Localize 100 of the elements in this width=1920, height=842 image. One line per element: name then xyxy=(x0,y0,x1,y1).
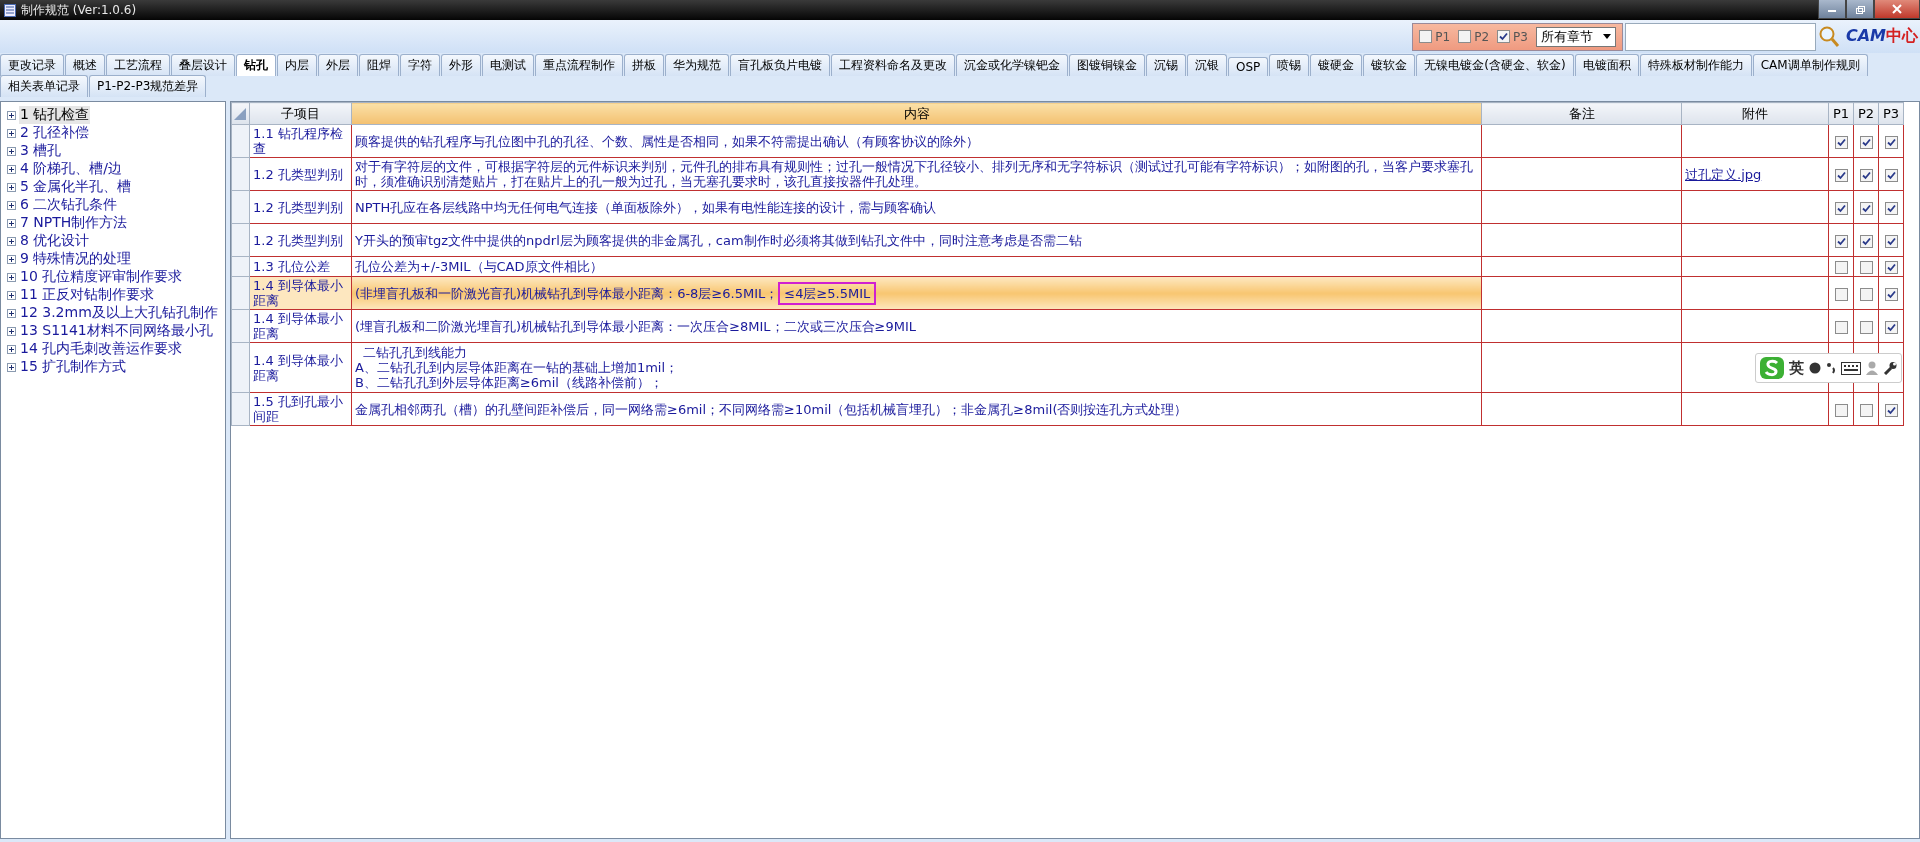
expand-icon[interactable] xyxy=(7,110,16,120)
tab[interactable]: 图镀铜镍金 xyxy=(1069,54,1145,76)
checkbox[interactable] xyxy=(1859,234,1873,248)
checkbox[interactable] xyxy=(1884,168,1898,182)
tab[interactable]: 沉金或化学镍钯金 xyxy=(956,54,1068,76)
close-icon[interactable] xyxy=(1892,4,1902,14)
tab[interactable]: CAM调单制作规则 xyxy=(1752,54,1868,76)
checkbox[interactable] xyxy=(1859,261,1873,274)
checkbox[interactable] xyxy=(1859,403,1873,417)
checkbox[interactable] xyxy=(1834,168,1848,182)
tab[interactable]: P1-P2-P3规范差异 xyxy=(89,75,207,97)
keyboard-icon[interactable] xyxy=(1841,361,1861,375)
tree-item[interactable]: 14 孔内毛刺改善运作要求 xyxy=(19,340,184,358)
expand-icon[interactable] xyxy=(7,200,16,210)
checkbox[interactable] xyxy=(1419,30,1433,43)
checkbox[interactable] xyxy=(1859,287,1873,301)
checkbox[interactable] xyxy=(1834,261,1848,274)
expand-icon[interactable] xyxy=(7,272,16,282)
checkbox[interactable] xyxy=(1859,320,1873,334)
checkbox[interactable] xyxy=(1834,287,1848,301)
tab[interactable]: 镀硬金 xyxy=(1310,54,1363,76)
tab[interactable]: 拼板 xyxy=(624,54,664,76)
search-field[interactable] xyxy=(1624,22,1816,51)
tab[interactable]: 概述 xyxy=(65,54,105,76)
tree-item[interactable]: 11 正反对钻制作要求 xyxy=(19,286,156,304)
checkbox[interactable] xyxy=(1884,201,1898,215)
table-cell: 1.4 到导体最小距离 xyxy=(249,276,352,310)
tree-item[interactable]: 6 二次钻孔条件 xyxy=(19,196,119,214)
tree-item[interactable]: 8 优化设计 xyxy=(19,232,91,250)
expand-icon[interactable] xyxy=(7,362,16,372)
punctuation-icon[interactable] xyxy=(1826,362,1836,374)
wrench-icon[interactable] xyxy=(1883,361,1897,375)
checkbox[interactable] xyxy=(1834,201,1848,215)
tree-item[interactable]: 15 扩孔制作方式 xyxy=(19,358,128,376)
expand-icon[interactable] xyxy=(7,290,16,300)
tab[interactable]: 字符 xyxy=(400,54,440,76)
checkbox[interactable] xyxy=(1859,135,1873,149)
checkbox[interactable] xyxy=(1834,403,1848,417)
checkbox[interactable] xyxy=(1884,403,1898,417)
tab[interactable]: 特殊板材制作能力 xyxy=(1639,54,1752,76)
checkbox[interactable] xyxy=(1884,234,1898,248)
restore-icon[interactable] xyxy=(1855,4,1865,14)
checkbox[interactable] xyxy=(1834,320,1848,334)
tab[interactable]: 无镍电镀金(含硬金、软金) xyxy=(1416,54,1574,76)
checkbox[interactable] xyxy=(1884,287,1898,301)
caret-icon[interactable] xyxy=(1602,34,1611,39)
checkbox[interactable] xyxy=(1859,201,1873,215)
tab[interactable]: 内层 xyxy=(277,54,317,76)
tab[interactable]: 电测试 xyxy=(482,54,534,76)
tab[interactable]: 沉锡 xyxy=(1146,54,1186,76)
tree-item[interactable]: 7 NPTH制作方法 xyxy=(19,214,129,232)
tree-item[interactable]: 12 3.2mm及以上大孔钻孔制作 xyxy=(19,304,219,322)
tab[interactable]: 工程资料命名及更改 xyxy=(831,54,955,76)
checkbox-label: P1 xyxy=(1435,29,1451,44)
tab[interactable]: 外层 xyxy=(318,54,358,76)
tab[interactable]: 盲孔板负片电镀 xyxy=(730,54,830,76)
tree-item[interactable]: 10 孔位精度评审制作要求 xyxy=(19,268,184,286)
tab[interactable]: 工艺流程 xyxy=(106,54,170,76)
checkbox[interactable] xyxy=(1497,30,1511,43)
expand-icon[interactable] xyxy=(7,344,16,354)
checkbox[interactable] xyxy=(1834,234,1848,248)
tree-item[interactable]: 2 孔径补偿 xyxy=(19,124,91,142)
tree-item[interactable]: 9 特殊情况的处理 xyxy=(19,250,133,268)
tab[interactable]: 镀软金 xyxy=(1363,54,1416,76)
tab[interactable]: 外形 xyxy=(441,54,481,76)
tab[interactable]: OSP xyxy=(1228,57,1269,76)
tab[interactable]: 喷锡 xyxy=(1269,54,1310,76)
tab[interactable]: 阻焊 xyxy=(359,54,399,76)
tree-item[interactable]: 4 阶梯孔、槽/边 xyxy=(19,160,124,178)
tab[interactable]: 相关表单记录 xyxy=(0,75,88,97)
checkbox[interactable] xyxy=(1458,30,1472,43)
search-icon[interactable] xyxy=(1817,24,1840,49)
tab[interactable]: 更改记录 xyxy=(0,54,64,76)
tab[interactable]: 钻孔 xyxy=(236,54,276,76)
tab[interactable]: 叠层设计 xyxy=(171,54,235,76)
dot-icon[interactable] xyxy=(1809,362,1821,374)
expand-icon[interactable] xyxy=(7,218,16,228)
tree-item[interactable]: 13 S1141材料不同网络最小孔 xyxy=(19,322,214,340)
expand-icon[interactable] xyxy=(7,164,16,174)
tab[interactable]: 重点流程制作 xyxy=(535,54,623,76)
expand-icon[interactable] xyxy=(7,146,16,156)
checkbox[interactable] xyxy=(1884,320,1898,334)
expand-icon[interactable] xyxy=(7,236,16,246)
input-mode-label[interactable]: 英 xyxy=(1789,358,1804,378)
expand-icon[interactable] xyxy=(7,308,16,318)
checkbox[interactable] xyxy=(1884,261,1898,274)
tab[interactable]: 电镀面积 xyxy=(1574,54,1639,76)
expand-icon[interactable] xyxy=(7,182,16,192)
checkbox[interactable] xyxy=(1834,135,1848,149)
expand-icon[interactable] xyxy=(7,128,16,138)
ime-logo-icon[interactable] xyxy=(1760,357,1784,379)
tree-item[interactable]: 3 槽孔 xyxy=(19,142,63,160)
tab[interactable]: 沉银 xyxy=(1187,54,1227,76)
checkbox[interactable] xyxy=(1884,135,1898,149)
checkbox[interactable] xyxy=(1859,168,1873,182)
expand-icon[interactable] xyxy=(7,326,16,336)
tree-item[interactable]: 5 金属化半孔、槽 xyxy=(19,178,133,196)
expand-icon[interactable] xyxy=(7,254,16,264)
tab[interactable]: 华为规范 xyxy=(665,54,729,76)
tree-item[interactable]: 1 钻孔检查 xyxy=(19,106,91,124)
